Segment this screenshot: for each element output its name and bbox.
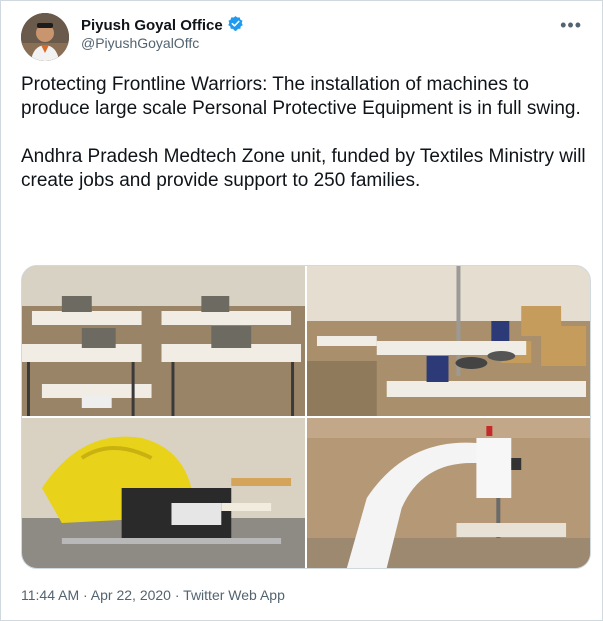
author-avatar[interactable] — [21, 13, 69, 61]
author-handle[interactable]: @PiyushGoyalOffc — [81, 35, 199, 51]
tweet-date[interactable]: Apr 22, 2020 — [91, 587, 171, 603]
photo-ppe-machine[interactable] — [22, 418, 305, 568]
more-options-icon[interactable]: ••• — [560, 15, 582, 36]
author-name-row[interactable]: Piyush Goyal Office — [81, 15, 244, 36]
tweet-text: Protecting Frontline Warriors: The insta… — [21, 74, 586, 191]
photo-band-saw[interactable] — [307, 418, 590, 568]
verified-badge-icon — [227, 15, 244, 36]
author-name[interactable]: Piyush Goyal Office — [81, 17, 223, 34]
photo-sewing-machines[interactable] — [22, 266, 305, 416]
tweet-meta: 11:44 AM · Apr 22, 2020 · Twitter Web Ap… — [21, 587, 285, 603]
meta-separator: · — [79, 587, 91, 603]
tweet-time[interactable]: 11:44 AM — [21, 587, 79, 603]
media-grid — [21, 265, 591, 569]
meta-separator: · — [170, 587, 184, 603]
photo-workshop-floor[interactable] — [307, 266, 590, 416]
tweet-source[interactable]: Twitter Web App — [183, 587, 285, 603]
tweet-card: Piyush Goyal Office @PiyushGoyalOffc •••… — [0, 0, 603, 621]
